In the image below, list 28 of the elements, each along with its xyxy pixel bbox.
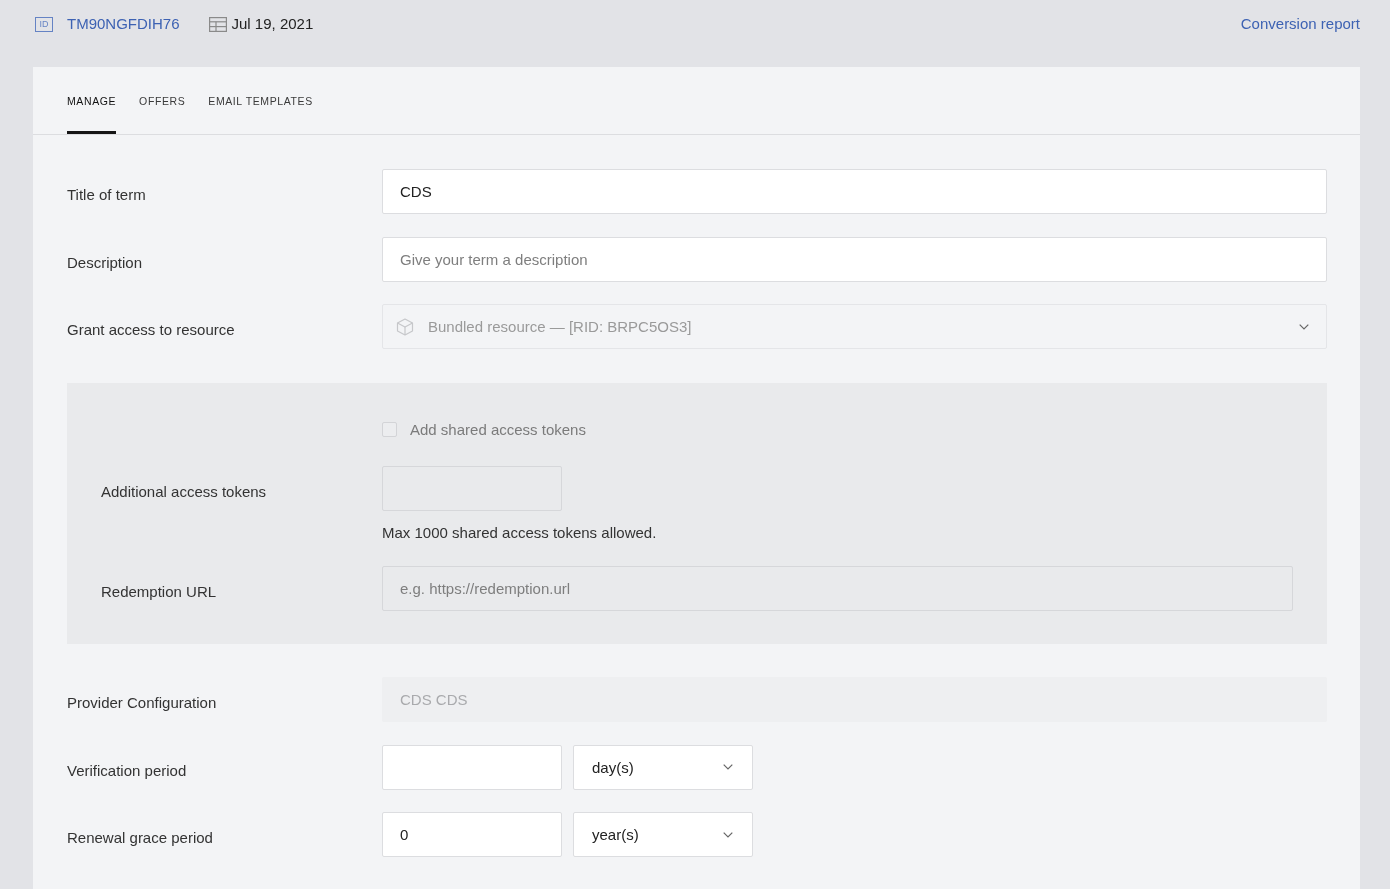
conversion-report-link[interactable]: Conversion report [1240, 14, 1360, 34]
chevron-down-icon [723, 764, 733, 770]
cube-icon [396, 317, 414, 336]
chevron-down-icon [723, 831, 733, 838]
calendar-icon [208, 16, 227, 32]
field-label: Title of term [67, 185, 147, 203]
term-id-link[interactable]: TM90NGFDIH76 [67, 14, 180, 34]
field-label: Redemption URL [101, 581, 218, 600]
text-input[interactable]: CDS [382, 169, 1327, 214]
number-input[interactable]: 0 [382, 812, 562, 857]
help-text: Max 1000 shared access tokens allowed. [382, 523, 657, 542]
text-input[interactable]: Give your term a description [382, 236, 1327, 282]
unit-select[interactable]: year(s) [573, 812, 753, 857]
field-label: Grant access to resource [67, 320, 236, 338]
field-label: Provider Configuration [67, 693, 218, 711]
number-input[interactable] [382, 744, 562, 790]
url-input[interactable]: e.g. https://redemption.url [382, 565, 1293, 611]
field-label: Additional access tokens [101, 481, 268, 502]
date-text: Jul 19, 2021 [231, 14, 314, 34]
field-label: Renewal grace period [67, 828, 214, 846]
field-label: Description [67, 252, 144, 271]
unit-select[interactable]: day(s) [573, 744, 753, 790]
id-tag: ID [35, 16, 53, 32]
field-label: Verification period [67, 760, 188, 779]
tab[interactable]: EMAIL TEMPLATES [208, 67, 313, 134]
chevron-down-icon [1299, 323, 1309, 330]
tab[interactable]: MANAGE [67, 67, 117, 134]
tab[interactable]: OFFERS [139, 67, 186, 134]
